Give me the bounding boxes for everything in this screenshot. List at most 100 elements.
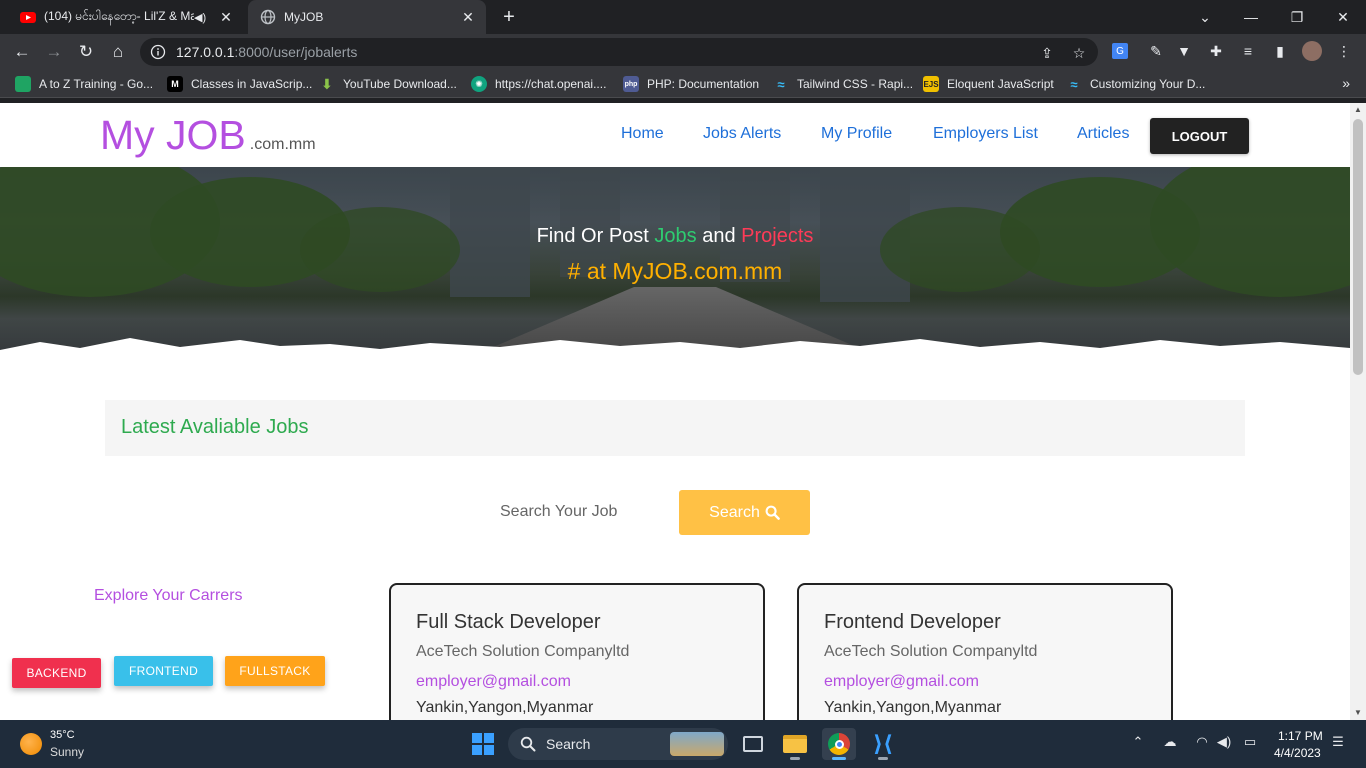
side-panel-icon[interactable]: ▮ [1270,41,1290,61]
bookmark-item[interactable]: ≈ Customizing Your D... [1066,75,1205,93]
vscode-icon[interactable]: ⟩⟨ [866,728,900,760]
site-logo[interactable]: My JOB .com.mm [100,112,316,159]
scroll-up-arrow-icon[interactable]: ▲ [1350,103,1366,117]
url-path: :8000/user/jobalerts [234,44,358,60]
windows-start-icon[interactable] [472,733,494,755]
chrome-icon[interactable] [822,728,856,760]
job-title[interactable]: Frontend Developer [824,611,1001,634]
restore-button[interactable]: ❐ [1274,0,1320,34]
profile-avatar[interactable] [1302,41,1322,61]
task-view-icon[interactable] [736,728,770,760]
tab-search-icon[interactable]: ⌄ [1182,0,1228,34]
tab-title: MyJOB [284,10,324,24]
battery-icon[interactable]: ▭ [1240,734,1260,750]
nav-articles[interactable]: Articles [1077,125,1129,143]
bookmark-item[interactable]: ≈ Tailwind CSS - Rapi... [773,75,913,93]
taskbar-search[interactable]: Search [508,728,728,760]
nav-my-profile[interactable]: My Profile [821,125,892,143]
tab-strip: (104) မင်းပါနေတော့- Lil'Z & Mar ◀) ✕ MyJ… [0,0,1366,34]
media-queue-icon[interactable]: ≡ [1238,41,1258,61]
bookmark-item[interactable]: EJS Eloquent JavaScript [923,75,1054,93]
site-navbar: My JOB .com.mm Home Jobs Alerts My Profil… [0,103,1350,167]
more-bookmarks-icon[interactable]: » [1342,75,1350,91]
home-icon[interactable]: ⌂ [106,40,130,64]
job-email-link[interactable]: employer@gmail.com [416,673,571,691]
extensions-puzzle-icon[interactable]: ✚ [1206,41,1226,61]
bookmarks-bar: A to Z Training - Go... M Classes in Java… [0,70,1366,98]
bookmark-item[interactable]: php PHP: Documentation [623,75,759,93]
scrollbar-thumb[interactable] [1353,119,1363,375]
address-bar[interactable]: 127.0.0.1 :8000/user/jobalerts ⇪ ☆ [140,38,1098,66]
search-icon [520,736,536,752]
youtube-icon [20,12,36,23]
file-explorer-icon[interactable] [778,728,812,760]
windows-taskbar: 35°C Sunny Search ⟩⟨ ⌃ ☁ ◠ ◀) ▭ 1:17 PM … [0,720,1366,768]
search-highlight-illustration [670,732,724,756]
job-title[interactable]: Full Stack Developer [416,611,601,634]
job-search-input[interactable] [500,501,670,523]
job-email-link[interactable]: employer@gmail.com [824,673,979,691]
category-fullstack-button[interactable]: FULLSTACK [225,656,325,686]
scroll-down-arrow-icon[interactable]: ▼ [1350,706,1366,720]
nav-employers-list[interactable]: Employers List [933,125,1038,143]
category-frontend-button[interactable]: FRONTEND [114,656,213,686]
bookmark-item[interactable]: ⬇ YouTube Download... [319,75,457,93]
medium-icon: M [167,76,183,92]
bookmark-item[interactable]: ✺ https://chat.openai.... [471,75,606,93]
tab-youtube[interactable]: (104) မင်းပါနေတော့- Lil'Z & Mar ◀) ✕ [8,0,244,34]
more-menu-icon[interactable]: ⋮ [1334,41,1354,61]
google-translate-icon[interactable]: G [1110,41,1130,61]
tab-myjob[interactable]: MyJOB ✕ [248,0,486,34]
category-backend-button[interactable]: BACKEND [12,658,101,688]
logout-button[interactable]: LOGOUT [1150,118,1249,154]
tray-overflow-icon[interactable]: ⌃ [1128,734,1148,750]
latest-jobs-title: Latest Avaliable Jobs [121,416,309,438]
globe-icon [260,9,276,25]
latest-jobs-header: Latest Avaliable Jobs [105,400,1245,456]
browser-toolbar: ← → ↻ ⌂ 127.0.0.1 :8000/user/jobalerts ⇪… [0,34,1366,70]
job-card[interactable]: Frontend Developer AceTech Solution Comp… [797,583,1173,720]
minimize-button[interactable]: — [1228,0,1274,34]
vue-devtools-icon[interactable]: ▼ [1174,41,1194,61]
download-arrow-icon: ⬇ [321,75,333,92]
bookmark-item[interactable]: A to Z Training - Go... [15,75,153,93]
close-tab-icon[interactable]: ✕ [458,9,478,26]
job-card[interactable]: Full Stack Developer AceTech Solution Co… [389,583,765,720]
tailwind-icon: ≈ [1070,76,1078,92]
clock-date[interactable]: 4/4/2023 [1274,746,1321,760]
search-icon [765,505,780,520]
google-drive-icon [15,76,31,92]
bookmark-item[interactable]: M Classes in JavaScrip... [167,75,312,93]
hero-headline: Find Or Post Jobs and Projects [536,225,814,247]
back-icon[interactable]: ← [10,40,34,64]
forward-icon[interactable]: → [42,40,66,64]
speaker-icon[interactable]: ◀) [194,11,208,24]
tab-title: (104) မင်းပါနေတော့- Lil'Z & Mar [44,9,194,23]
site-info-icon[interactable] [150,44,166,60]
close-tab-icon[interactable]: ✕ [216,9,236,26]
tailwind-icon: ≈ [777,76,785,92]
share-icon[interactable]: ⇪ [1038,44,1056,62]
close-window-button[interactable]: ✕ [1320,0,1366,34]
weather-temperature[interactable]: 35°C [50,729,75,741]
job-location: Yankin,Yangon,Myanmar [416,699,594,716]
job-location: Yankin,Yangon,Myanmar [824,699,1002,716]
openai-icon: ✺ [471,76,487,92]
job-company: AceTech Solution Companyltd [824,643,1038,660]
clock-time[interactable]: 1:17 PM [1278,729,1323,743]
volume-icon[interactable]: ◀) [1214,734,1234,750]
notifications-icon[interactable]: ☰ [1328,734,1348,750]
weather-sun-icon[interactable] [20,733,42,755]
eyedropper-icon[interactable]: ✎ [1146,41,1166,61]
nav-jobs-alerts[interactable]: Jobs Alerts [703,125,781,143]
new-tab-button[interactable]: + [498,6,520,28]
onedrive-icon[interactable]: ☁ [1160,734,1180,750]
weather-description[interactable]: Sunny [50,745,84,759]
bookmark-star-icon[interactable]: ☆ [1070,44,1088,62]
job-company: AceTech Solution Companyltd [416,643,630,660]
wifi-icon[interactable]: ◠ [1192,734,1212,750]
nav-home[interactable]: Home [621,125,664,143]
page-scrollbar[interactable]: ▲ ▼ [1350,103,1366,720]
search-button[interactable]: Search [679,490,810,535]
reload-icon[interactable]: ↻ [74,40,98,64]
